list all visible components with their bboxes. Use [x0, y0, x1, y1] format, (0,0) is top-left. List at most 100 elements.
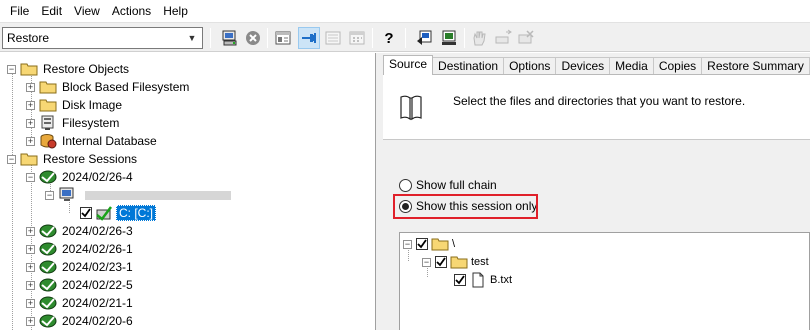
info-area: Select the files and directories that yo…	[383, 75, 810, 140]
tree-restore-sessions[interactable]: − Restore Sessions	[7, 150, 139, 168]
tab-destination[interactable]: Destination	[432, 57, 505, 75]
expand-icon[interactable]: +	[26, 82, 35, 92]
tree-label: 2024/02/21-1	[62, 296, 133, 310]
file-tree-label: B.txt	[490, 274, 513, 286]
tree-client-host[interactable]: −	[45, 186, 231, 204]
toolbar-separator	[372, 28, 373, 48]
calendar-icon[interactable]	[346, 27, 368, 49]
restore-tree[interactable]: − Restore Objects + Block Based Filesyst…	[0, 53, 376, 330]
file-tree-folder-test[interactable]: − test	[422, 254, 489, 270]
toolbar-separator	[267, 28, 268, 48]
expand-icon[interactable]: +	[26, 244, 35, 254]
collapse-icon[interactable]: −	[403, 239, 412, 249]
tab-source[interactable]: Source	[383, 55, 434, 75]
file-tree-label: \	[452, 238, 456, 250]
checkbox-checked-icon[interactable]	[435, 256, 447, 268]
folder-icon	[20, 151, 38, 167]
tree-session-item[interactable]: + 2024/02/26-3	[26, 222, 135, 240]
folder-icon	[20, 61, 38, 77]
menu-help[interactable]: Help	[159, 0, 196, 22]
tree-label: Block Based Filesystem	[62, 80, 190, 94]
menu-bar: File Edit View Actions Help	[0, 0, 810, 22]
radio-show-full-chain[interactable]: Show full chain	[399, 176, 497, 194]
tree-restore-objects[interactable]: − Restore Objects	[7, 60, 131, 78]
tree-drive-c[interactable]: C: [C:]	[80, 204, 157, 222]
tree-label: Filesystem	[62, 116, 120, 130]
tab-options[interactable]: Options	[503, 57, 557, 75]
hand-icon[interactable]	[468, 27, 490, 49]
tree-label: Restore Objects	[43, 62, 130, 76]
expand-icon[interactable]: +	[26, 136, 35, 146]
restore-drive-icon[interactable]	[219, 27, 241, 49]
tree-block-based[interactable]: + Block Based Filesystem	[26, 78, 191, 96]
menu-file[interactable]: File	[6, 0, 37, 22]
eject-icon[interactable]	[492, 27, 514, 49]
menu-view[interactable]: View	[70, 0, 108, 22]
expand-icon[interactable]: +	[26, 316, 35, 326]
annotation-highlight-box	[393, 194, 538, 219]
expand-icon[interactable]: +	[26, 298, 35, 308]
tree-session-item[interactable]: + 2024/02/22-5	[26, 276, 135, 294]
collapse-icon[interactable]: −	[45, 190, 54, 200]
filesystem-icon	[39, 115, 57, 131]
session-icon	[39, 259, 57, 275]
source-tab-body: Select the files and directories that yo…	[383, 74, 810, 330]
list-view-icon[interactable]	[322, 27, 344, 49]
tree-session-item[interactable]: + 2024/02/26-1	[26, 240, 135, 258]
expand-icon[interactable]: +	[26, 280, 35, 290]
expand-icon[interactable]: +	[26, 226, 35, 236]
expand-icon[interactable]: +	[26, 262, 35, 272]
tree-filesystem[interactable]: + Filesystem	[26, 114, 121, 132]
help-icon[interactable]: ?	[378, 27, 400, 49]
folder-icon	[431, 236, 449, 252]
file-tree-root[interactable]: − \	[403, 236, 455, 252]
session-icon	[39, 313, 57, 329]
tab-strip: Source Destination Options Devices Media…	[383, 55, 810, 75]
tab-copies[interactable]: Copies	[652, 57, 703, 75]
tab-restore-summary[interactable]: Restore Summary	[701, 57, 810, 75]
collapse-icon[interactable]: −	[7, 154, 16, 164]
radio-unselected-icon[interactable]	[399, 178, 412, 192]
checkbox-checked-icon[interactable]	[416, 238, 428, 250]
tab-devices[interactable]: Devices	[555, 57, 611, 75]
tree-label-selected: C: [C:]	[116, 205, 157, 221]
tree-session-item[interactable]: + 2024/02/23-1	[26, 258, 135, 276]
cancel-icon[interactable]	[515, 27, 537, 49]
start-restore-icon[interactable]	[414, 27, 436, 49]
expand-icon[interactable]: +	[26, 100, 35, 110]
session-icon	[39, 295, 57, 311]
radio-label: Show full chain	[416, 178, 497, 192]
checkbox-checked-icon[interactable]	[454, 274, 466, 286]
checkbox-checked-icon[interactable]	[80, 207, 92, 219]
collapse-icon[interactable]: −	[26, 172, 35, 182]
session-icon	[39, 241, 57, 257]
context-dropdown[interactable]: Restore ▼	[2, 27, 203, 49]
tree-disk-image[interactable]: + Disk Image	[26, 96, 124, 114]
preview-icon[interactable]	[438, 27, 460, 49]
file-tree-label: test	[471, 256, 489, 268]
tree-session-open[interactable]: − 2024/02/26-4	[26, 168, 135, 186]
file-tree-file[interactable]: B.txt	[454, 272, 512, 288]
toolbar-separator	[405, 28, 406, 48]
properties-icon[interactable]	[272, 27, 294, 49]
expand-icon[interactable]: +	[26, 118, 35, 128]
menu-edit[interactable]: Edit	[37, 0, 70, 22]
collapse-icon[interactable]: −	[422, 257, 431, 267]
stop-icon[interactable]	[242, 27, 264, 49]
tree-session-item[interactable]: + 2024/02/21-1	[26, 294, 135, 312]
pin-icon[interactable]	[298, 27, 320, 49]
tree-label: 2024/02/26-4	[62, 170, 133, 184]
tree-internal-database[interactable]: + Internal Database	[26, 132, 159, 150]
file-icon	[469, 272, 487, 288]
file-tree[interactable]: − \ − test B.txt	[399, 232, 810, 330]
session-icon	[39, 277, 57, 293]
menu-actions[interactable]: Actions	[108, 0, 159, 22]
folder-icon	[450, 254, 468, 270]
tab-media[interactable]: Media	[609, 57, 654, 75]
folder-icon	[39, 79, 57, 95]
tree-session-item[interactable]: + 2024/02/20-6	[26, 312, 135, 330]
collapse-icon[interactable]: −	[7, 64, 16, 74]
session-icon	[39, 169, 57, 185]
drive-icon	[95, 205, 113, 221]
chevron-down-icon[interactable]: ▼	[184, 29, 200, 47]
